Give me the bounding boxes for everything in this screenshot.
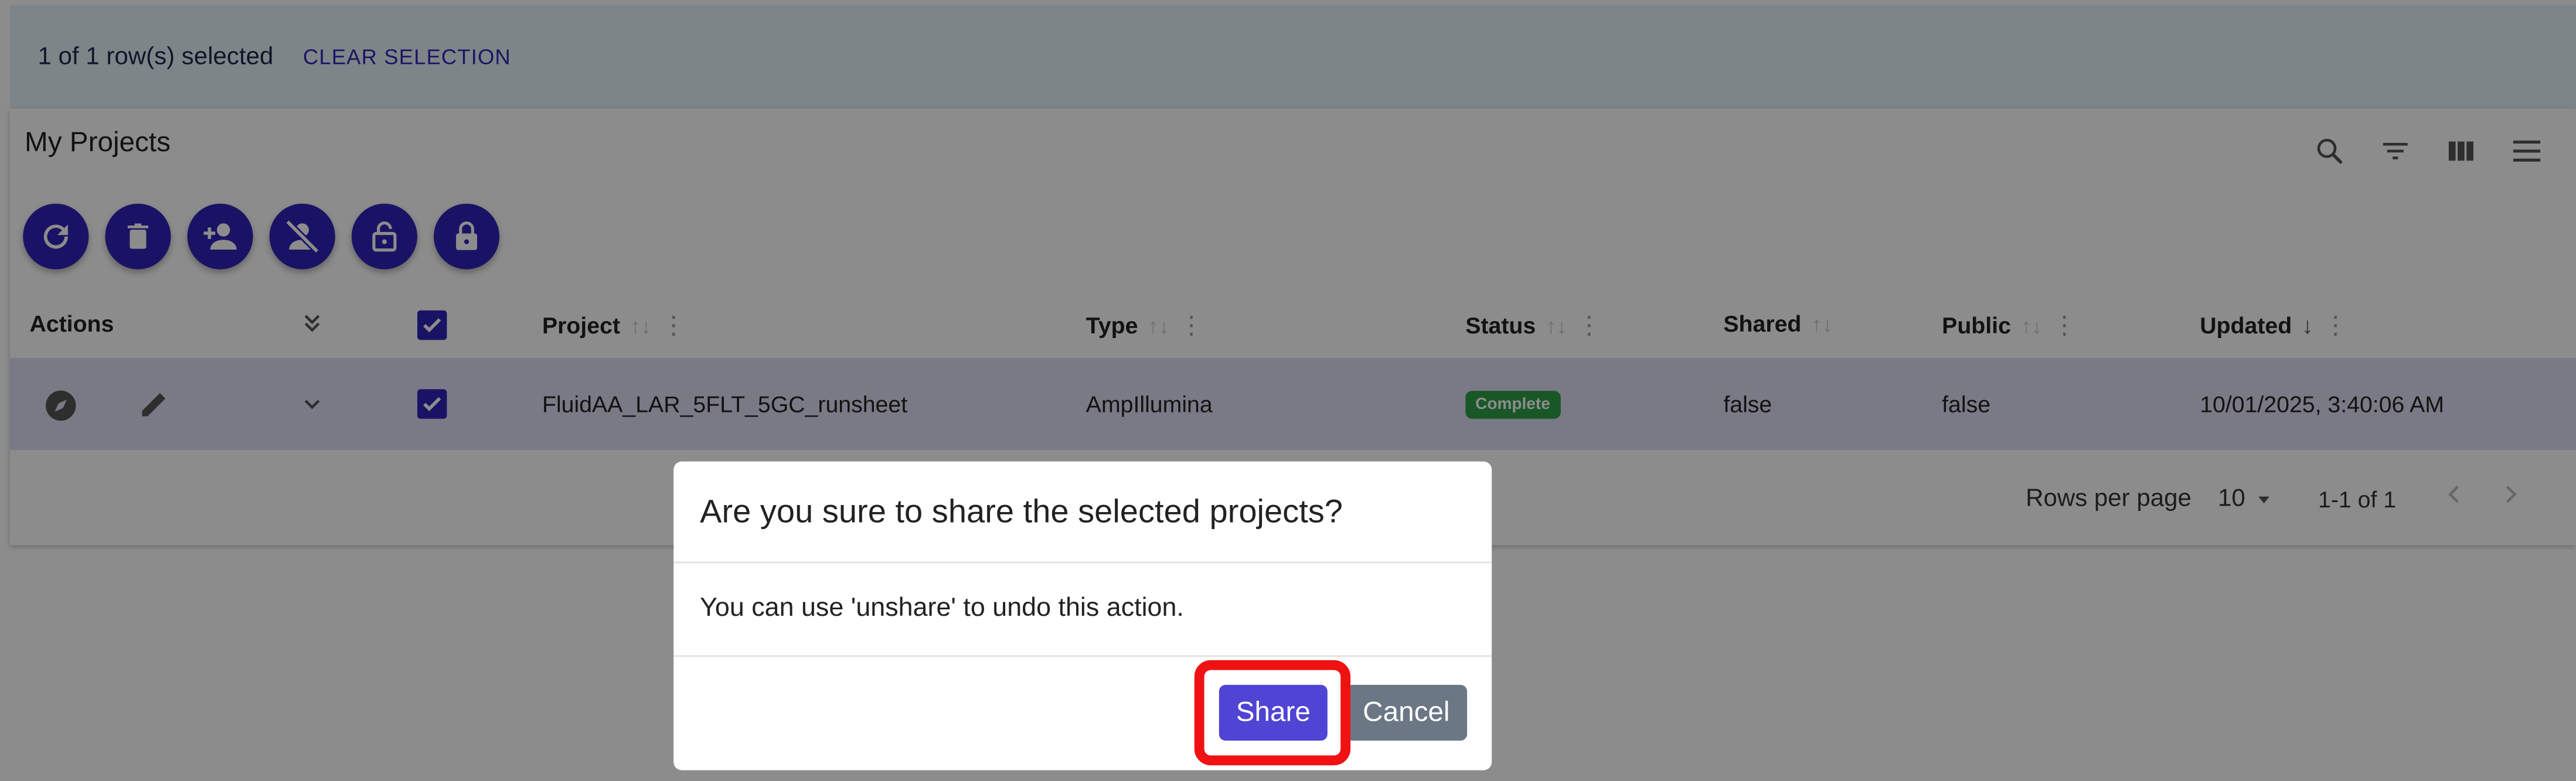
dialog-title: Are you sure to share the selected proje… (700, 494, 1343, 531)
divider (673, 655, 1492, 657)
share-confirm-dialog: Are you sure to share the selected proje… (673, 461, 1492, 770)
dialog-body: You can use 'unshare' to undo this actio… (700, 594, 1184, 623)
share-button-highlight (1194, 660, 1351, 766)
cancel-button[interactable]: Cancel (1345, 684, 1468, 741)
divider (673, 561, 1492, 564)
